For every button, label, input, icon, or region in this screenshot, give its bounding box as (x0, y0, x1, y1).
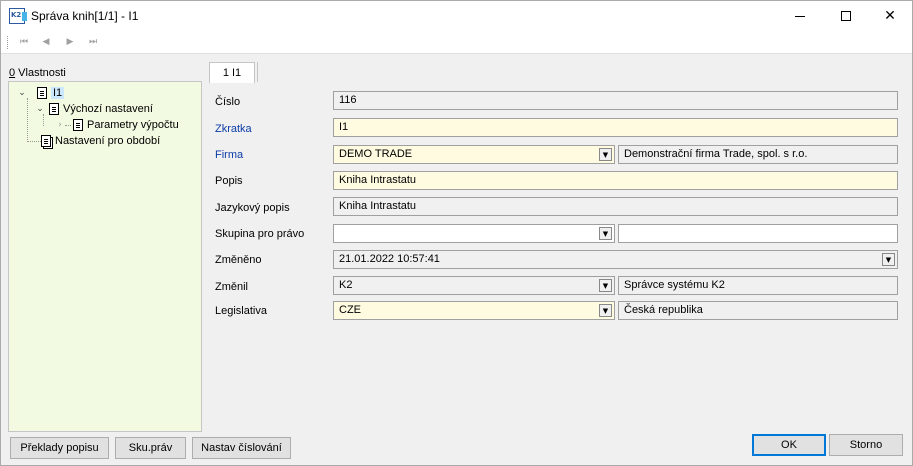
tree-item-label: I1 (51, 87, 65, 99)
changed-by-description: Správce systému K2 (618, 276, 898, 295)
changed-datetime-field[interactable]: 21.01.2022 10:57:41 ▼ (333, 250, 898, 269)
minimize-button[interactable] (777, 1, 823, 31)
record-navigation-toolbar: ⏮ ◀ ▶ ⏭ (1, 31, 912, 54)
last-record-icon[interactable]: ⏭ (85, 35, 101, 49)
changed-by-select[interactable]: K2 ▼ (333, 276, 615, 295)
set-numbering-button[interactable]: Nastav číslování (192, 437, 291, 459)
tree-item-period-settings[interactable]: Nastavení pro období (35, 133, 160, 149)
rights-group-select[interactable]: ▼ (333, 224, 615, 243)
tree-item-label: Parametry výpočtu (87, 119, 179, 131)
chevron-right-icon[interactable]: › (55, 120, 65, 130)
tree-item-calculation-parameters[interactable]: › Parametry výpočtu (55, 117, 179, 133)
book-management-window: K2 Správa knih[1/1] - I1 ✕ ⏮ ◀ ▶ ⏭ 0 Vla… (0, 0, 913, 466)
chevron-down-icon[interactable]: ▼ (882, 253, 895, 266)
chevron-down-icon[interactable]: ⌄ (17, 88, 27, 98)
number-field[interactable]: 116 (333, 91, 898, 110)
changed-datetime-value: 21.01.2022 10:57:41 (339, 253, 440, 265)
legislation-select[interactable]: CZE ▼ (333, 301, 615, 320)
tab-i1[interactable]: 1 I1 (209, 62, 255, 83)
ok-button[interactable]: OK (752, 434, 826, 456)
number-label: Číslo (215, 96, 241, 108)
description-label: Popis (215, 175, 243, 187)
document-icon (73, 119, 83, 131)
chevron-down-icon[interactable]: ▼ (599, 148, 612, 161)
company-select[interactable]: DEMO TRADE ▼ (333, 145, 615, 164)
maximize-icon (841, 11, 851, 21)
company-description: Demonstrační firma Trade, spol. s r.o. (618, 145, 898, 164)
tree-item-default-settings[interactable]: ⌄ Výchozí nastavení (35, 101, 153, 117)
chevron-down-icon[interactable]: ⌄ (35, 104, 45, 114)
legislation-label: Legislativa (215, 305, 267, 317)
changed-by-label: Změnil (215, 281, 249, 293)
tree-item-i1[interactable]: ⌄ I1 (17, 85, 65, 101)
chevron-down-icon[interactable]: ▼ (599, 279, 612, 292)
toolbar-grip (7, 36, 9, 49)
abbreviation-label: Zkratka (215, 123, 252, 135)
company-label: Firma (215, 149, 244, 161)
changed-label: Změněno (215, 254, 262, 266)
chevron-down-icon[interactable]: ▼ (599, 304, 612, 317)
language-description-field[interactable]: Kniha Intrastatu (333, 197, 898, 216)
rights-group-description (618, 224, 898, 243)
cancel-button[interactable]: Storno (829, 434, 903, 456)
legislation-select-value: CZE (339, 304, 361, 316)
previous-record-icon[interactable]: ◀ (38, 35, 54, 49)
close-icon: ✕ (884, 8, 896, 24)
description-input[interactable]: Kniha Intrastatu (333, 171, 898, 190)
tab-divider (257, 62, 258, 82)
rights-group-label: Skupina pro právo (215, 228, 305, 240)
tree-item-label: Nastavení pro období (55, 135, 161, 147)
minimize-icon (795, 15, 805, 17)
document-icon (49, 103, 59, 115)
translations-button[interactable]: Překlady popisu (10, 437, 109, 459)
language-description-label: Jazykový popis (215, 202, 290, 214)
company-select-value: DEMO TRADE (339, 148, 413, 160)
tree-item-label: Výchozí nastavení (63, 103, 153, 115)
k2-app-icon: K2 (9, 8, 27, 24)
properties-tree[interactable]: ⌄ I1 ⌄ Výchozí nastavení › Parametry výp… (8, 81, 202, 432)
abbreviation-input[interactable]: I1 (333, 118, 898, 137)
chevron-down-icon[interactable]: ▼ (599, 227, 612, 240)
rights-groups-button[interactable]: Sku.práv (115, 437, 186, 459)
properties-label: 0 Vlastnosti (9, 67, 66, 79)
legislation-description: Česká republika (618, 301, 898, 320)
title-bar[interactable]: K2 Správa knih[1/1] - I1 ✕ (1, 1, 912, 31)
tree-connector (27, 98, 28, 142)
window-title: Správa knih[1/1] - I1 (31, 9, 139, 23)
changed-by-select-value: K2 (339, 279, 353, 291)
close-button[interactable]: ✕ (867, 1, 913, 31)
maximize-button[interactable] (823, 1, 869, 31)
document-icon (37, 87, 47, 99)
documents-icon (41, 135, 51, 147)
first-record-icon[interactable]: ⏮ (16, 35, 32, 49)
next-record-icon[interactable]: ▶ (62, 35, 78, 49)
